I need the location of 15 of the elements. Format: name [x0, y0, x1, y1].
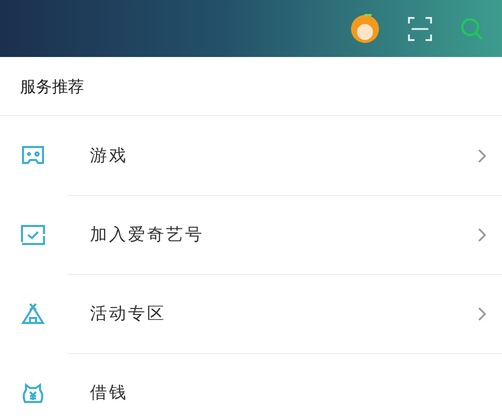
- section-title: 服务推荐: [0, 57, 502, 116]
- menu-item[interactable]: 游戏: [0, 116, 502, 195]
- money-bag-icon: [20, 382, 46, 404]
- item-label: 加入爱奇艺号: [90, 224, 205, 246]
- scan-icon[interactable]: [408, 16, 432, 40]
- menu-item[interactable]: 借钱: [0, 353, 502, 419]
- item-label: 活动专区: [90, 303, 167, 325]
- checkbox-icon: [20, 224, 46, 246]
- tent-icon: [20, 302, 46, 324]
- avatar-icon[interactable]: [350, 14, 380, 44]
- gamepad-icon: [20, 144, 46, 166]
- item-label: 游戏: [90, 145, 129, 167]
- menu-item[interactable]: 加入爱奇艺号: [0, 195, 502, 274]
- menu-item[interactable]: 活动专区: [0, 274, 502, 353]
- item-label: 借钱: [90, 382, 129, 404]
